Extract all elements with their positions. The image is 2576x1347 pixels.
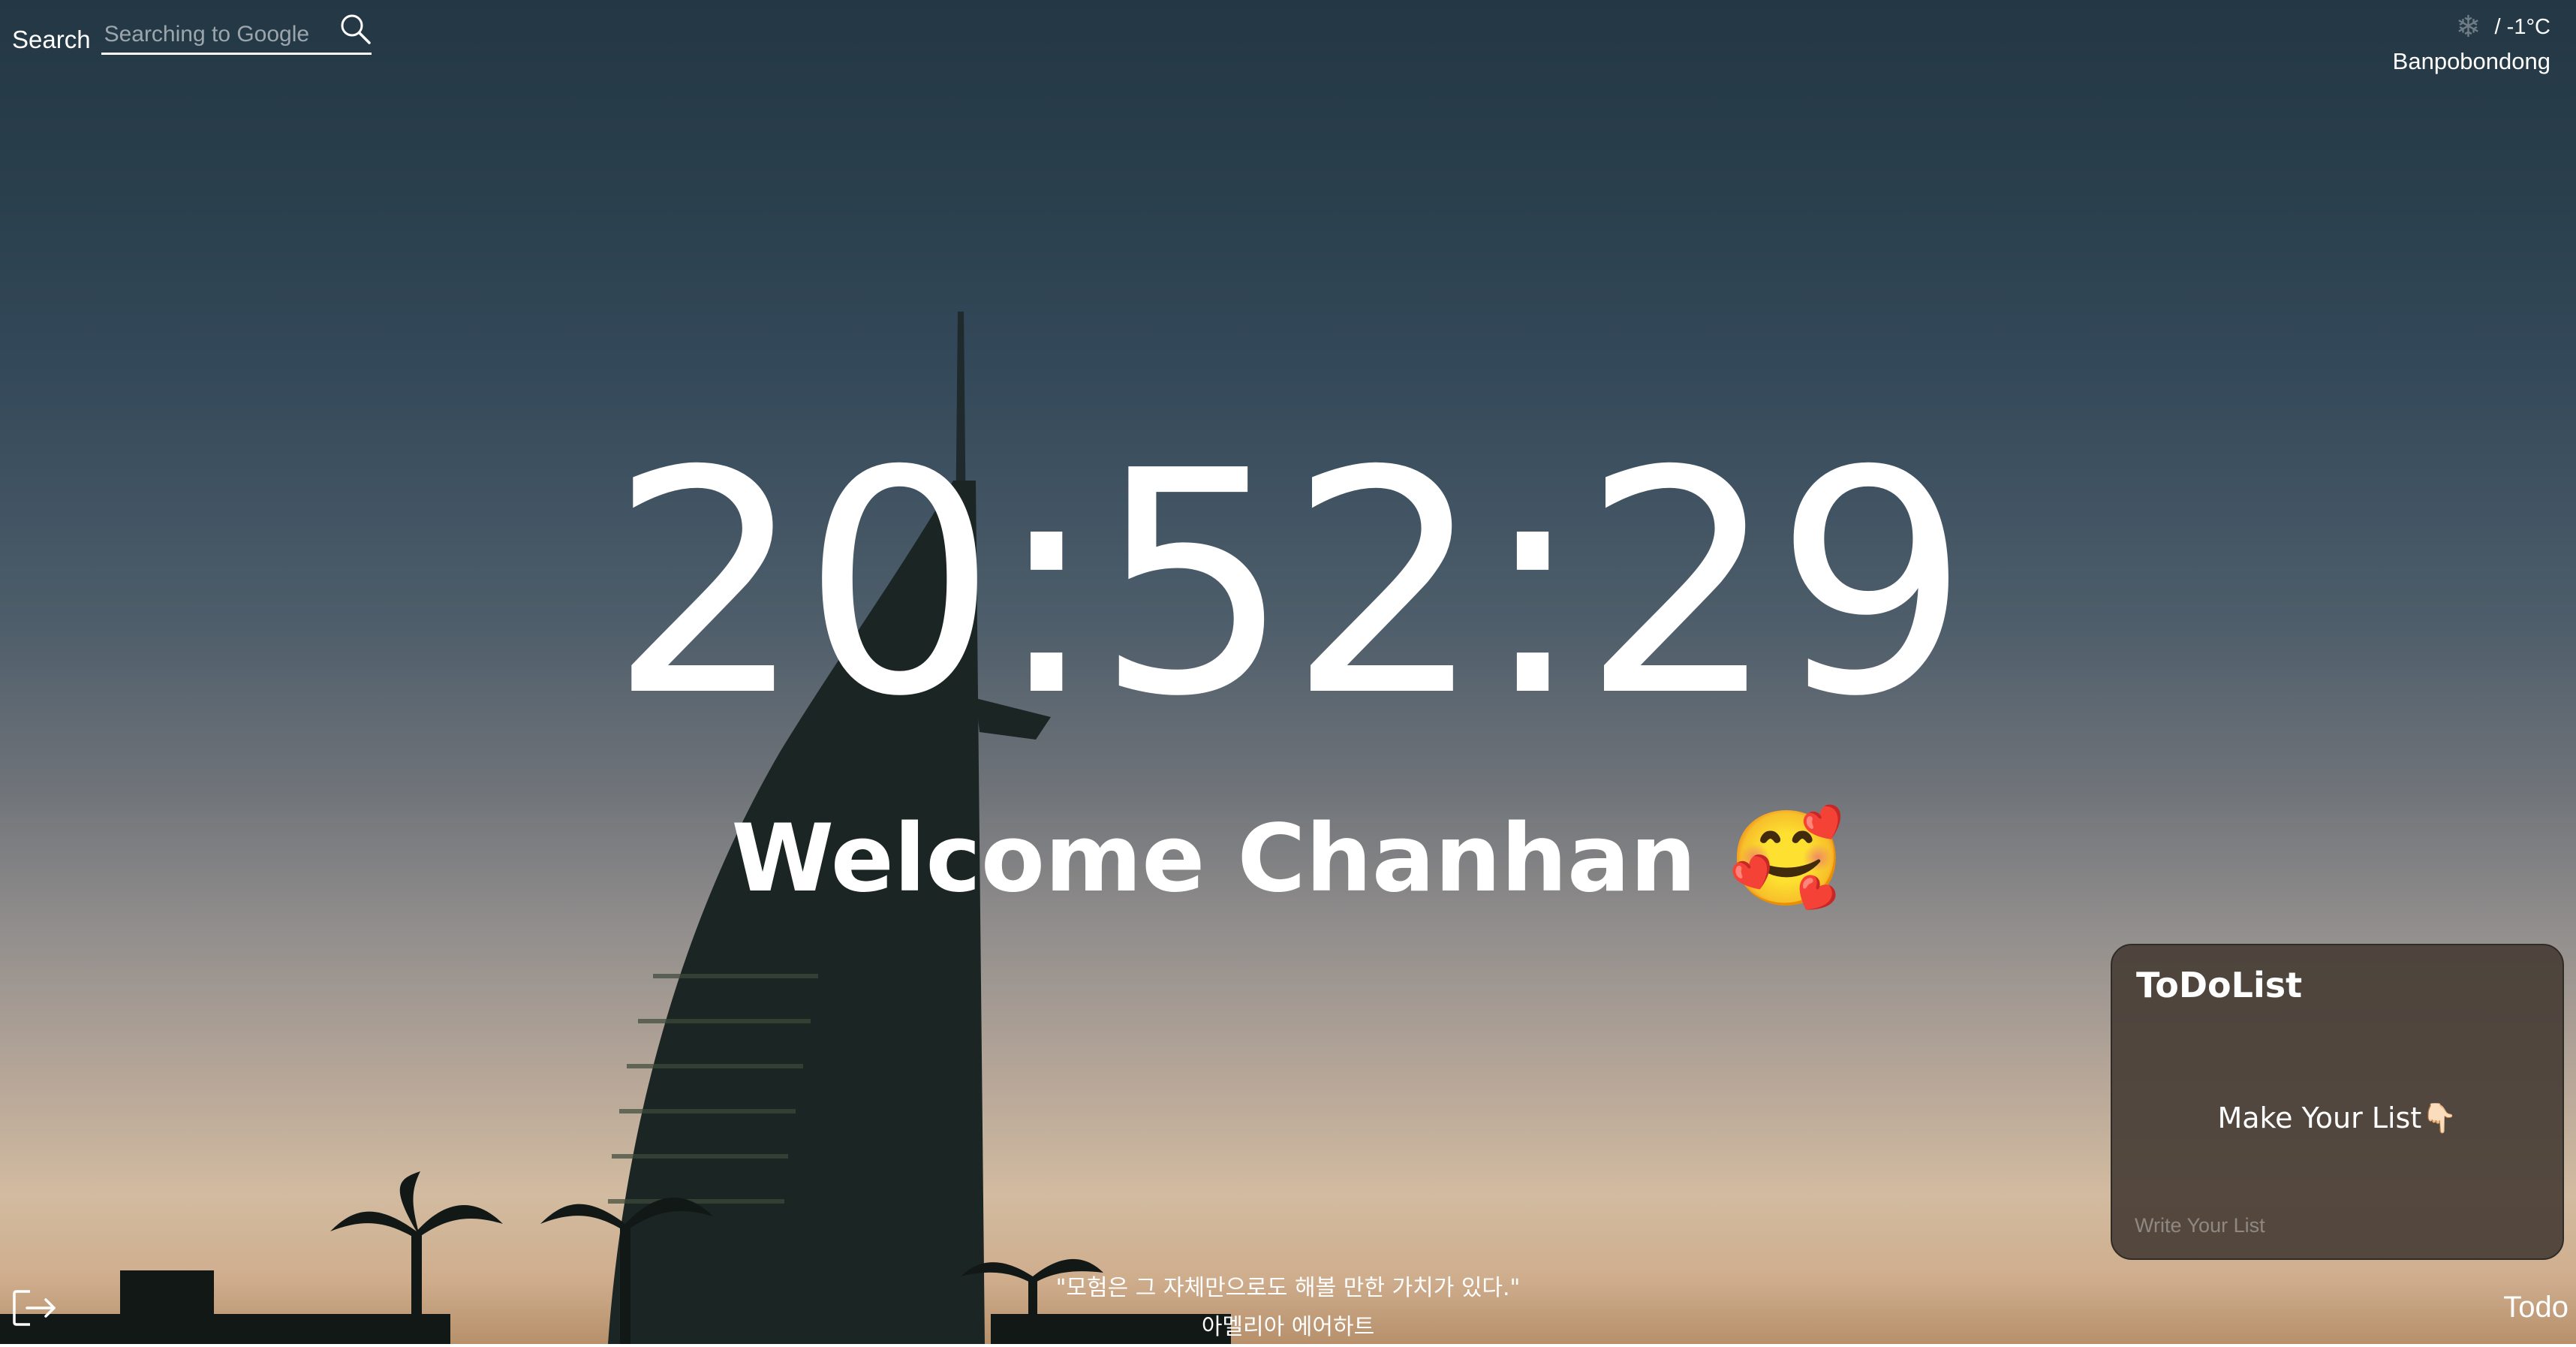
quote: "모험은 그 자체만으로도 해볼 만한 가치가 있다." 아멜리아 에어하트	[0, 1269, 2576, 1347]
search-input[interactable]	[101, 20, 325, 50]
search-icon[interactable]	[339, 12, 372, 45]
search-label: Search	[12, 26, 91, 53]
snowflake-icon: ❄	[2455, 11, 2481, 44]
todo-title: ToDoList	[2136, 965, 2303, 1005]
quote-text: "모험은 그 자체만으로도 해볼 만한 가치가 있다."	[1055, 1275, 1521, 1301]
greeting: Welcome Chanhan 🥰	[731, 805, 1845, 913]
weather-widget: ❄ / -1°C Banpobondong	[2393, 9, 2550, 75]
quote-author: 아멜리아 에어하트	[1201, 1314, 1375, 1340]
todo-input[interactable]	[2133, 1208, 2541, 1243]
todo-empty-message: Make Your List👇🏻	[2217, 1101, 2457, 1135]
search-field	[101, 11, 372, 55]
todo-panel: ToDoList Make Your List👇🏻	[2111, 944, 2564, 1260]
weather-temperature: / -1°C	[2494, 14, 2550, 39]
clock: 20:52:29	[609, 405, 1970, 764]
search-bar: Search	[12, 11, 372, 55]
todo-toggle-button[interactable]: Todo	[2503, 1291, 2568, 1324]
weather-location: Banpobondong	[2392, 48, 2550, 74]
